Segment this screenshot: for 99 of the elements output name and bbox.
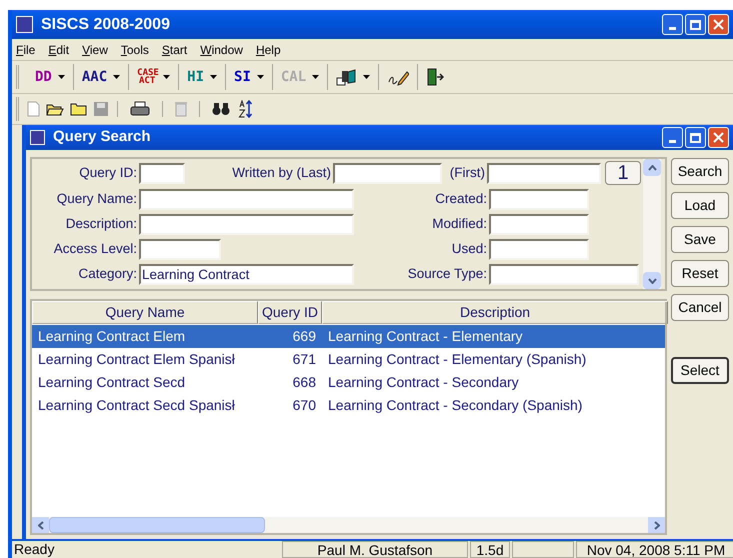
action-button[interactable]: Load (671, 192, 729, 219)
close-icon (713, 132, 724, 143)
status-panel (512, 541, 574, 558)
status-text: Paul M. Gustafson (282, 541, 468, 558)
input-field[interactable] (489, 189, 589, 210)
field-label: Description: (64, 215, 138, 234)
window-title: Query Search (53, 127, 151, 148)
status-text: Nov 04, 2008 5:11 PM (576, 541, 733, 558)
horizontal-scrollbar[interactable] (32, 517, 665, 533)
table-row[interactable]: Learning Contract Elem 669 Learning Contract - Elementary (32, 325, 665, 348)
menu-item[interactable]: Help (256, 40, 281, 58)
scroll-down-icon[interactable] (643, 272, 661, 289)
table-cell-text: 668 (292, 373, 317, 392)
field-label: Modified: (431, 215, 488, 234)
table-row[interactable]: Learning Contract Elem Spanisł 671 Learning Contract - Elementary (Spanish) (32, 348, 665, 371)
column-header[interactable]: Description (322, 301, 668, 324)
table-cell-text: 670 (292, 396, 317, 415)
field-label: Access Level: (52, 240, 138, 258)
minimize-button[interactable] (662, 127, 683, 148)
action-button[interactable]: Select (671, 357, 729, 384)
table-cell-text: Learning Contract - Secondary (327, 373, 520, 392)
caret-icon (312, 75, 320, 79)
table-row[interactable]: Learning Contract Secd Spanisł 670 Learning Contract - Secondary (Spanish) (32, 394, 665, 417)
input-field[interactable] (139, 189, 354, 210)
sort-icon[interactable] (238, 100, 254, 118)
input-field[interactable] (489, 264, 639, 285)
caret-icon (163, 75, 170, 79)
vertical-scrollbar[interactable] (643, 159, 661, 289)
table-cell-text: Learning Contract Elem Spanisł (37, 350, 236, 369)
toolbar-dropdown[interactable]: HI (187, 66, 218, 88)
exit-door-icon[interactable] (426, 68, 444, 86)
scroll-left-icon[interactable] (32, 517, 49, 533)
window-title: SISCS 2008-2009 (41, 14, 170, 34)
minimize-button[interactable] (662, 14, 683, 35)
field-label: Category: (77, 265, 138, 284)
caret-icon (113, 75, 120, 79)
table-cell-text: 669 (292, 327, 317, 346)
maximize-button[interactable] (685, 127, 706, 148)
input-field[interactable] (139, 214, 354, 235)
field-label: Created: (434, 190, 488, 208)
table-row[interactable]: Learning Contract Secd 668 Learning Contract - Secondary (32, 371, 665, 394)
field-label: Source Type: (406, 265, 488, 284)
menu-item[interactable]: Tools (120, 40, 149, 58)
folder-icon[interactable] (70, 102, 87, 116)
table-cell-text: Learning Contract Secd Spanisł (37, 396, 236, 415)
close-button[interactable] (708, 127, 729, 148)
input-field[interactable] (489, 214, 589, 235)
toolbar-dropdown[interactable]: CASE ACT (137, 69, 170, 85)
open-folder-icon[interactable] (46, 102, 64, 116)
scroll-thumb[interactable] (49, 517, 265, 533)
input-field[interactable] (489, 239, 589, 260)
input-field[interactable] (139, 162, 185, 184)
close-icon (713, 19, 724, 30)
input-field[interactable] (333, 162, 442, 184)
app-icon (16, 16, 33, 33)
column-header[interactable]: Query ID (258, 301, 322, 324)
printer-icon[interactable] (130, 101, 150, 117)
field-label: Written by (Last) (231, 164, 332, 182)
table-cell-text: Learning Contract - Secondary (Spanish) (327, 396, 584, 415)
toolbar-dropdown[interactable]: SI (234, 66, 264, 88)
field-label: Query ID: (78, 164, 138, 182)
page-number-button[interactable]: 1 (605, 161, 641, 185)
action-button[interactable]: Search (671, 158, 729, 185)
table-cell-text: 671 (292, 350, 317, 369)
input-field[interactable] (487, 162, 601, 184)
binoculars-icon[interactable] (212, 102, 230, 116)
caret-icon (256, 75, 264, 79)
input-field[interactable] (139, 239, 221, 260)
caret-icon (210, 75, 218, 79)
scroll-up-icon[interactable] (643, 159, 661, 176)
caret-icon (58, 75, 65, 79)
input-field[interactable]: Learning Contract (139, 264, 354, 285)
field-label: Used: (450, 240, 488, 258)
close-button[interactable] (708, 14, 729, 35)
table-cell-text: Learning Contract Elem (37, 327, 186, 346)
menu-item[interactable]: Start (162, 40, 188, 58)
table-cell-text: Learning Contract - Elementary (Spanish) (327, 350, 588, 369)
menu-item[interactable]: File (16, 40, 36, 58)
scroll-right-icon[interactable] (648, 517, 665, 533)
table-cell-text: Learning Contract Secd (37, 373, 186, 392)
status-text: 1.5d (470, 541, 510, 558)
toolbar-dropdown[interactable]: DD (35, 66, 65, 88)
maximize-button[interactable] (685, 14, 706, 35)
field-label: Query Name: (56, 190, 138, 208)
status-text: Ready (13, 541, 56, 558)
action-button[interactable]: Save (671, 226, 729, 253)
table-cell-text: Learning Contract - Elementary (327, 327, 524, 346)
app-icon (30, 130, 45, 145)
caret-icon (363, 75, 370, 79)
menu-item[interactable]: Window (200, 40, 243, 58)
menu-item[interactable]: View (82, 40, 108, 58)
column-header[interactable]: Query Name (32, 301, 258, 324)
action-button[interactable]: Reset (671, 260, 729, 287)
action-button[interactable]: Cancel (671, 294, 729, 321)
toolbar-dropdown[interactable]: AAC (82, 66, 120, 88)
field-label: (First) (448, 164, 486, 182)
menu-item[interactable]: Edit (48, 40, 70, 58)
toolbar-dropdown[interactable] (336, 68, 370, 86)
new-document-icon[interactable] (27, 101, 40, 117)
